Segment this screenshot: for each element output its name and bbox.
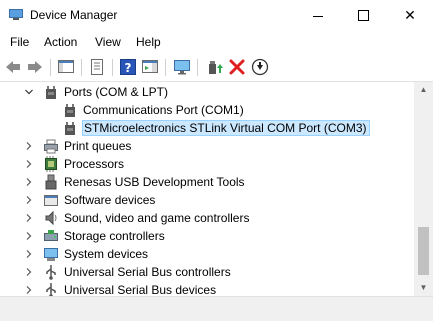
- menu-action[interactable]: Action: [44, 35, 77, 49]
- usb-controller-icon: [43, 264, 59, 280]
- tree-item-label: Communications Port (COM1): [83, 103, 244, 117]
- menu-view[interactable]: View: [95, 35, 121, 49]
- tree-item-label: Storage controllers: [64, 229, 165, 243]
- software-device-icon: [43, 192, 59, 208]
- tree-item-label: Ports (COM & LPT): [64, 85, 169, 99]
- update-driver-icon[interactable]: [205, 58, 223, 76]
- chevron-right-icon[interactable]: [24, 194, 34, 204]
- speaker-icon: [43, 210, 59, 226]
- tree-item-sound-video-game[interactable]: Sound, video and game controllers: [0, 209, 414, 227]
- monitor-icon[interactable]: [173, 58, 191, 76]
- tree-item-renesas-usb[interactable]: Renesas USB Development Tools: [0, 173, 414, 191]
- chevron-right-icon[interactable]: [24, 140, 34, 150]
- tree-item-software-devices[interactable]: Software devices: [0, 191, 414, 209]
- chevron-right-icon[interactable]: [24, 212, 34, 222]
- chevron-right-icon[interactable]: [24, 248, 34, 258]
- menu-help[interactable]: Help: [136, 35, 161, 49]
- tree-item-label: Print queues: [64, 139, 132, 153]
- tree-item-storage-controllers[interactable]: Storage controllers: [0, 227, 414, 245]
- port-icon: [62, 102, 78, 118]
- close-button[interactable]: ✕: [387, 0, 433, 31]
- tree-item-label: STMicroelectronics STLink Virtual COM Po…: [82, 120, 370, 136]
- chevron-right-icon[interactable]: [24, 158, 34, 168]
- forward-arrow-icon[interactable]: [26, 58, 44, 76]
- chevron-right-icon[interactable]: [24, 266, 34, 276]
- tree-item-ports[interactable]: Ports (COM & LPT): [0, 83, 414, 101]
- scroll-up-icon[interactable]: ▲: [418, 84, 429, 95]
- tree-item-usb-devices[interactable]: Universal Serial Bus devices: [0, 281, 414, 296]
- tree-item-label: Universal Serial Bus devices: [64, 283, 217, 296]
- tree-item-usb-controllers[interactable]: Universal Serial Bus controllers: [0, 263, 414, 281]
- chevron-right-icon[interactable]: [24, 230, 34, 240]
- tree-item-label: Sound, video and game controllers: [64, 211, 250, 225]
- tree-item-system-devices[interactable]: System devices: [0, 245, 414, 263]
- properties-icon[interactable]: [88, 58, 106, 76]
- tree-item-stlink-com3[interactable]: STMicroelectronics STLink Virtual COM Po…: [0, 119, 414, 137]
- scroll-down-icon[interactable]: ▼: [418, 282, 429, 293]
- menu-file[interactable]: File: [10, 35, 29, 49]
- chevron-down-icon[interactable]: [24, 86, 34, 96]
- tree-item-label: Processors: [64, 157, 125, 171]
- maximize-icon: [358, 10, 369, 21]
- chevron-right-icon[interactable]: [24, 284, 34, 294]
- tree-item-processors[interactable]: Processors: [0, 155, 414, 173]
- printer-icon: [43, 138, 59, 154]
- horizontal-scrollbar[interactable]: [0, 296, 433, 321]
- title-bar: Device Manager ✕: [0, 0, 433, 31]
- tree-item-label: Universal Serial Bus controllers: [64, 265, 231, 279]
- tree-item-label: Software devices: [64, 193, 156, 207]
- scrollbar-thumb[interactable]: [418, 227, 429, 275]
- vertical-scrollbar[interactable]: ▲ ▼: [414, 82, 433, 296]
- device-manager-app-icon: [9, 9, 23, 20]
- help-icon[interactable]: ?: [119, 58, 137, 76]
- tree-item-print-queues[interactable]: Print queues: [0, 137, 414, 155]
- processor-icon: [43, 156, 59, 172]
- uninstall-device-icon[interactable]: [228, 58, 246, 76]
- minimize-icon: [313, 16, 323, 17]
- chevron-right-icon[interactable]: [24, 176, 34, 186]
- system-device-icon: [43, 246, 59, 262]
- disable-device-icon[interactable]: [251, 58, 269, 76]
- usb-device-icon: [43, 282, 59, 296]
- action-pane-icon[interactable]: [141, 58, 159, 76]
- back-arrow-icon[interactable]: [4, 58, 22, 76]
- menu-bar: File Action View Help: [0, 31, 433, 53]
- show-hide-console-tree-icon[interactable]: [57, 58, 75, 76]
- usb-icon: [43, 174, 59, 190]
- tree-item-label: System devices: [64, 247, 149, 261]
- device-tree: Ports (COM & LPT) Communications Port (C…: [0, 82, 414, 296]
- toolbar: ?: [0, 53, 433, 82]
- port-icon: [43, 84, 59, 100]
- tree-item-com1[interactable]: Communications Port (COM1): [0, 101, 414, 119]
- window-title: Device Manager: [30, 8, 118, 22]
- tree-item-label: Renesas USB Development Tools: [64, 175, 245, 189]
- storage-controller-icon: [43, 228, 59, 244]
- port-icon: [62, 120, 78, 136]
- svg-text:?: ?: [125, 61, 132, 75]
